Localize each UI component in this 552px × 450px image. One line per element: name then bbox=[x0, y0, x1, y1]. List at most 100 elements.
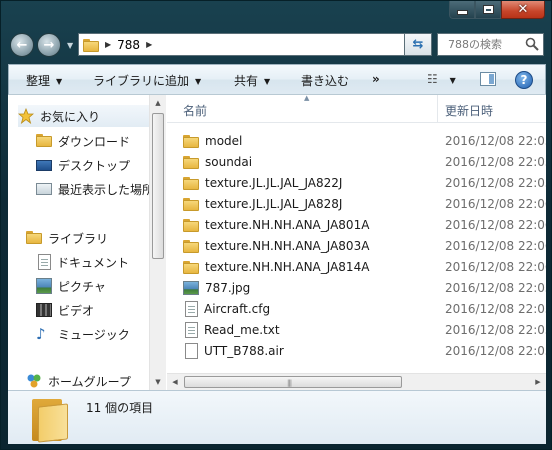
nav-pane-scrollbar[interactable]: ▲ ▼ bbox=[149, 95, 166, 390]
nav-recent-places-label: 最近表示した場所 bbox=[58, 182, 149, 197]
nav-music[interactable]: ♪ ミュージック bbox=[36, 323, 130, 345]
file-row[interactable]: 787.jpg 2016/12/08 22:05 bbox=[183, 277, 546, 298]
nav-favorites[interactable]: お気に入り bbox=[18, 105, 149, 127]
column-header-date[interactable]: 更新日時 bbox=[445, 102, 493, 119]
file-date: 2016/12/08 22:06 bbox=[445, 259, 546, 274]
file-date: 2016/12/08 22:05 bbox=[445, 175, 546, 190]
star-icon bbox=[18, 108, 34, 124]
explorer-window: ✕ ← → ▼ ▶ 788 ▶ ⇆ 整理 ▼ ライブラリに追加 ▼ 共有 ▼ 書き込む… bbox=[0, 0, 552, 450]
scroll-down-icon[interactable]: ▼ bbox=[150, 374, 166, 390]
arrow-right-icon: → bbox=[43, 37, 55, 53]
details-pane: 11 個の項目 bbox=[8, 390, 546, 444]
back-button[interactable]: ← bbox=[10, 33, 34, 57]
nav-recent-places[interactable]: 最近表示した場所 bbox=[36, 178, 149, 200]
column-divider[interactable] bbox=[437, 95, 438, 123]
chevron-down-icon: ▼ bbox=[195, 77, 202, 86]
homegroup-icon bbox=[27, 374, 41, 388]
minimize-button[interactable] bbox=[449, 1, 475, 19]
file-name: Read_me.txt bbox=[204, 322, 280, 337]
maximize-button[interactable] bbox=[475, 1, 501, 19]
file-name: 787.jpg bbox=[205, 280, 251, 295]
file-name: UTT_B788.air bbox=[204, 343, 284, 358]
folder-icon bbox=[183, 197, 199, 211]
nav-documents[interactable]: ドキュメント bbox=[36, 251, 129, 273]
file-icon bbox=[185, 342, 198, 359]
organize-label: 整理 bbox=[26, 74, 51, 88]
more-commands-button[interactable]: » bbox=[372, 72, 380, 86]
videos-icon bbox=[36, 303, 52, 317]
change-view-button[interactable]: ☷ ▼ bbox=[427, 72, 456, 86]
organize-menu[interactable]: 整理 ▼ bbox=[26, 72, 62, 89]
file-name: texture.NH.NH.ANA_JA803A bbox=[205, 238, 370, 253]
file-row[interactable]: texture.JL.JL.JAL_JA828J 2016/12/08 22:0… bbox=[183, 193, 546, 214]
recent-places-icon bbox=[36, 183, 52, 195]
file-list-hscrollbar[interactable]: ◀ ||| ▶ bbox=[167, 373, 546, 390]
grip-icon: ||| bbox=[287, 379, 292, 387]
address-bar[interactable]: ▶ 788 ▶ bbox=[78, 33, 432, 56]
pictures-icon bbox=[36, 278, 52, 294]
downloads-folder-icon bbox=[36, 133, 52, 149]
file-row[interactable]: model 2016/12/08 22:05 bbox=[183, 130, 546, 151]
forward-button[interactable]: → bbox=[37, 33, 61, 57]
file-row[interactable]: UTT_B788.air 2016/12/08 22:05 bbox=[183, 340, 546, 361]
nav-libraries-label: ライブラリ bbox=[48, 231, 109, 246]
nav-desktop[interactable]: デスクトップ bbox=[36, 154, 130, 176]
file-row[interactable]: texture.NH.NH.ANA_JA801A 2016/12/08 22:0… bbox=[183, 214, 546, 235]
file-row[interactable]: texture.NH.NH.ANA_JA814A 2016/12/08 22:0… bbox=[183, 256, 546, 277]
refresh-icon: ⇆ bbox=[412, 37, 424, 52]
nav-downloads[interactable]: ダウンロード bbox=[36, 130, 130, 152]
nav-documents-label: ドキュメント bbox=[57, 255, 130, 270]
breadcrumb-separator-icon[interactable]: ▶ bbox=[146, 40, 152, 49]
breadcrumb-separator-icon[interactable]: ▶ bbox=[105, 40, 111, 49]
search-input[interactable] bbox=[448, 38, 528, 51]
file-row[interactable]: texture.JL.JL.JAL_JA822J 2016/12/08 22:0… bbox=[183, 172, 546, 193]
column-header-row: ▲ 名前 更新日時 bbox=[167, 95, 546, 123]
file-name: model bbox=[205, 133, 243, 148]
share-label: 共有 bbox=[234, 74, 259, 88]
scroll-right-icon[interactable]: ▶ bbox=[530, 374, 546, 390]
nav-videos[interactable]: ビデオ bbox=[36, 299, 94, 321]
column-header-name[interactable]: 名前 bbox=[183, 102, 207, 119]
documents-icon bbox=[38, 254, 51, 270]
file-date: 2016/12/08 22:05 bbox=[445, 301, 546, 316]
file-date: 2016/12/08 22:06 bbox=[445, 238, 546, 253]
file-name: texture.JL.JL.JAL_JA828J bbox=[205, 196, 343, 211]
burn-button[interactable]: 書き込む bbox=[301, 72, 349, 89]
nav-homegroup-label: ホームグループ bbox=[48, 374, 131, 389]
add-to-library-label: ライブラリに追加 bbox=[93, 74, 190, 88]
chevron-down-icon: ▼ bbox=[264, 77, 271, 86]
file-name: texture.JL.JL.JAL_JA822J bbox=[205, 175, 343, 190]
nav-desktop-label: デスクトップ bbox=[58, 158, 131, 173]
share-menu[interactable]: 共有 ▼ bbox=[234, 72, 270, 89]
close-button[interactable]: ✕ bbox=[501, 1, 545, 19]
sort-ascending-icon: ▲ bbox=[304, 95, 310, 102]
nav-pictures[interactable]: ピクチャ bbox=[36, 275, 106, 297]
add-to-library-menu[interactable]: ライブラリに追加 ▼ bbox=[93, 72, 201, 89]
file-row[interactable]: Aircraft.cfg 2016/12/08 22:05 bbox=[183, 298, 546, 319]
recent-pages-dropdown[interactable]: ▼ bbox=[67, 41, 73, 50]
search-icon[interactable] bbox=[525, 37, 539, 51]
file-date: 2016/12/08 22:05 bbox=[445, 154, 546, 169]
nav-music-label: ミュージック bbox=[58, 327, 130, 342]
breadcrumb-current[interactable]: 788 bbox=[117, 38, 140, 52]
nav-homegroup[interactable]: ホームグループ bbox=[26, 370, 131, 390]
scrollbar-thumb[interactable] bbox=[152, 113, 164, 259]
file-date: 2016/12/08 22:06 bbox=[445, 196, 546, 211]
file-date: 2016/12/08 22:05 bbox=[445, 280, 546, 295]
file-date: 2016/12/08 22:05 bbox=[445, 322, 546, 337]
file-row[interactable]: texture.NH.NH.ANA_JA803A 2016/12/08 22:0… bbox=[183, 235, 546, 256]
main-area: お気に入り ダウンロード デスクトップ 最近表示した場所 ライブラリ ドキュメン… bbox=[8, 95, 546, 390]
chevron-down-icon: ▼ bbox=[56, 77, 63, 86]
scroll-up-icon[interactable]: ▲ bbox=[150, 95, 166, 111]
preview-pane-icon[interactable] bbox=[480, 72, 496, 86]
scroll-left-icon[interactable]: ◀ bbox=[167, 374, 183, 390]
file-row[interactable]: soundai 2016/12/08 22:05 bbox=[183, 151, 546, 172]
help-icon[interactable]: ? bbox=[515, 71, 533, 89]
maximize-icon bbox=[483, 6, 493, 13]
command-bar: 整理 ▼ ライブラリに追加 ▼ 共有 ▼ 書き込む » ☷ ▼ ? bbox=[8, 64, 546, 95]
nav-libraries[interactable]: ライブラリ bbox=[26, 227, 108, 249]
search-box[interactable] bbox=[437, 33, 544, 56]
scrollbar-thumb[interactable]: ||| bbox=[184, 376, 402, 388]
refresh-button[interactable]: ⇆ bbox=[404, 33, 432, 56]
file-row[interactable]: Read_me.txt 2016/12/08 22:05 bbox=[183, 319, 546, 340]
